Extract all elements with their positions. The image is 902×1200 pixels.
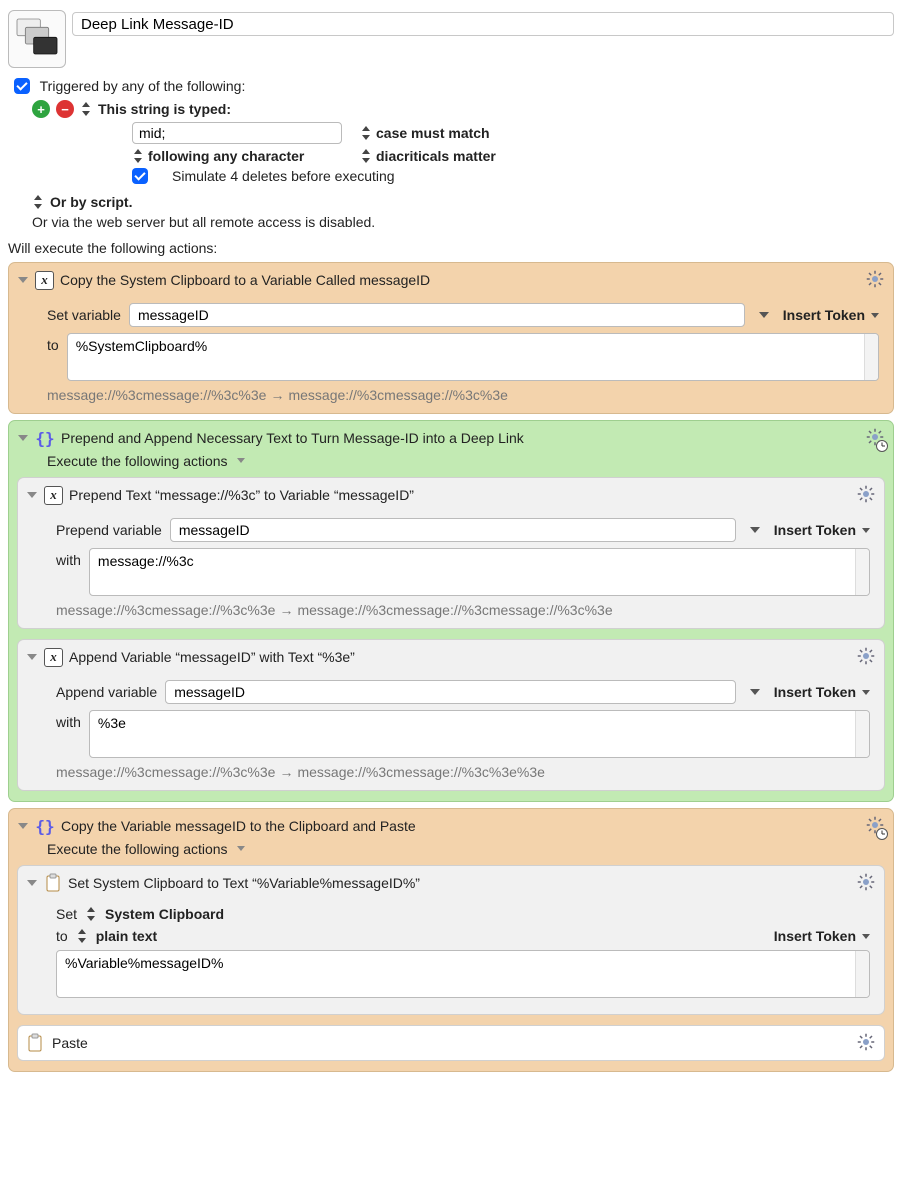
variable-name-input[interactable]: [129, 303, 745, 327]
diacriticals-stepper[interactable]: [360, 149, 372, 163]
action-group-prepend-append: {} Prepend and Append Necessary Text to …: [8, 420, 894, 802]
variable-icon: x: [35, 271, 54, 290]
gear-icon[interactable]: [865, 269, 885, 289]
action-set-clipboard: Set System Clipboard to Text “%Variable%…: [17, 865, 885, 1015]
group-icon: {}: [35, 428, 55, 448]
diacriticals-label: diacriticals matter: [376, 148, 496, 164]
subactions-toggle[interactable]: [236, 455, 248, 467]
prepend-variable-label: Prepend variable: [56, 522, 162, 538]
disclosure-toggle[interactable]: [17, 432, 29, 444]
subactions-toggle[interactable]: [236, 843, 248, 855]
disclosure-toggle[interactable]: [17, 274, 29, 286]
disclosure-toggle[interactable]: [26, 651, 38, 663]
variable-dropdown[interactable]: [744, 519, 766, 541]
or-script-stepper[interactable]: [32, 195, 44, 209]
to-label: to: [47, 337, 59, 353]
format-stepper[interactable]: [76, 929, 88, 943]
execute-following-label: Execute the following actions: [47, 841, 228, 857]
simulate-deletes-label: Simulate 4 deletes before executing: [172, 168, 395, 184]
variable-name-input[interactable]: [165, 680, 736, 704]
action-title: Prepend and Append Necessary Text to Tur…: [61, 430, 524, 446]
trigger-type-stepper[interactable]: [80, 102, 92, 116]
insert-token-button[interactable]: Insert Token: [774, 684, 870, 700]
gear-icon[interactable]: [856, 1032, 876, 1052]
trigger-type-label: This string is typed:: [98, 101, 231, 117]
insert-token-button[interactable]: Insert Token: [774, 522, 870, 538]
insert-token-button[interactable]: Insert Token: [774, 928, 870, 944]
transform-preview: message://%3cmessage://%3c%3e→message://…: [56, 602, 870, 618]
text-scrubber[interactable]: [855, 951, 869, 997]
action-title: Append Variable “messageID” with Text “%…: [69, 649, 355, 665]
variable-dropdown[interactable]: [744, 681, 766, 703]
variable-icon: x: [44, 486, 63, 505]
insert-token-button[interactable]: Insert Token: [783, 307, 879, 323]
system-clipboard-label: System Clipboard: [105, 906, 224, 922]
transform-preview: message://%3cmessage://%3c%3e→message://…: [47, 387, 879, 403]
execute-following-label: Execute the following actions: [47, 453, 228, 469]
with-value-input[interactable]: message://%3c: [90, 549, 855, 595]
or-script-label: Or by script.: [50, 194, 132, 210]
disclosure-toggle[interactable]: [17, 820, 29, 832]
gear-icon[interactable]: [856, 646, 876, 666]
append-variable-label: Append variable: [56, 684, 157, 700]
simulate-deletes-checkbox[interactable]: [132, 168, 148, 184]
text-scrubber[interactable]: [855, 711, 869, 757]
with-label: with: [56, 714, 81, 730]
clipboard-target-stepper[interactable]: [85, 907, 97, 921]
action-title: Copy the Variable messageID to the Clipb…: [61, 818, 416, 834]
clipboard-value-input[interactable]: %Variable%messageID%: [57, 951, 855, 997]
following-stepper[interactable]: [132, 149, 144, 163]
action-title: Set System Clipboard to Text “%Variable%…: [68, 875, 420, 891]
remove-trigger-button[interactable]: −: [56, 100, 74, 118]
action-paste: Paste: [17, 1025, 885, 1061]
case-stepper[interactable]: [360, 126, 372, 140]
transform-preview: message://%3cmessage://%3c%3e→message://…: [56, 764, 870, 780]
to-label: to: [56, 928, 68, 944]
app-icon: [8, 10, 66, 68]
to-value-input[interactable]: %SystemClipboard%: [68, 334, 864, 380]
with-value-input[interactable]: %3e: [90, 711, 855, 757]
triggered-by-label: Triggered by any of the following:: [40, 78, 246, 94]
add-trigger-button[interactable]: +: [32, 100, 50, 118]
following-label: following any character: [148, 148, 304, 164]
case-label: case must match: [376, 125, 490, 141]
action-prepend: x Prepend Text “message://%3c” to Variab…: [17, 477, 885, 629]
text-scrubber[interactable]: [864, 334, 878, 380]
action-set-variable: x Copy the System Clipboard to a Variabl…: [8, 262, 894, 414]
gear-icon[interactable]: [856, 484, 876, 504]
action-append: x Append Variable “messageID” with Text …: [17, 639, 885, 791]
action-title: Copy the System Clipboard to a Variable …: [60, 272, 430, 288]
action-group-copy-paste: {} Copy the Variable messageID to the Cl…: [8, 808, 894, 1072]
disclosure-toggle[interactable]: [26, 489, 38, 501]
gear-icon[interactable]: [856, 872, 876, 892]
variable-icon: x: [44, 648, 63, 667]
variable-dropdown[interactable]: [753, 304, 775, 326]
variable-name-input[interactable]: [170, 518, 736, 542]
triggered-checkbox[interactable]: [14, 78, 30, 94]
group-icon: {}: [35, 816, 55, 836]
clipboard-icon: [26, 1033, 44, 1053]
will-execute-label: Will execute the following actions:: [8, 240, 894, 256]
macro-name-input[interactable]: [72, 12, 894, 36]
with-label: with: [56, 552, 81, 568]
paste-label: Paste: [52, 1035, 88, 1051]
text-scrubber[interactable]: [855, 549, 869, 595]
trigger-string-input[interactable]: [132, 122, 342, 144]
or-web-label: Or via the web server but all remote acc…: [32, 214, 894, 230]
plain-text-label: plain text: [96, 928, 157, 944]
triggered-by-row: Triggered by any of the following:: [14, 78, 894, 94]
clipboard-icon: [44, 873, 62, 893]
set-variable-label: Set variable: [47, 307, 121, 323]
set-label: Set: [56, 906, 77, 922]
disclosure-toggle[interactable]: [26, 877, 38, 889]
action-title: Prepend Text “message://%3c” to Variable…: [69, 487, 414, 503]
